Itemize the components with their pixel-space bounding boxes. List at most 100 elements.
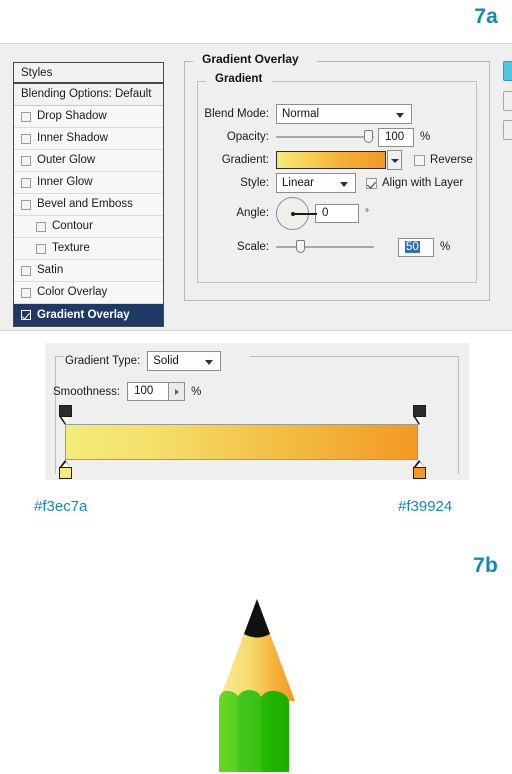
checkbox-icon[interactable]: [21, 111, 31, 122]
stop-swatch: [413, 405, 426, 417]
gradient-editor-dialog: Gradient Type: Solid Smoothness: 100 %: [45, 343, 469, 480]
checkbox-icon[interactable]: [36, 221, 46, 232]
pencil-barrel-right: [261, 690, 289, 772]
scale-input[interactable]: 50: [398, 237, 434, 257]
styles-item-drop-shadow[interactable]: Drop Shadow: [14, 106, 163, 128]
cancel-button[interactable]: [503, 91, 512, 111]
chevron-down-icon: [391, 159, 399, 163]
styles-item-texture[interactable]: Texture: [14, 238, 163, 260]
stop-pointer: [60, 416, 71, 424]
scale-row: Scale: 50 %: [198, 236, 476, 258]
angle-needle: [293, 213, 317, 215]
styles-item-inner-glow[interactable]: Inner Glow: [14, 172, 163, 194]
scale-label: Scale:: [237, 241, 269, 253]
angle-center-dot: [291, 211, 295, 216]
smoothness-unit: %: [191, 385, 202, 398]
checkbox-icon[interactable]: [21, 155, 31, 166]
gradient-label: Gradient:: [221, 154, 269, 166]
angle-dial[interactable]: [276, 196, 317, 230]
color-stop-right[interactable]: [413, 460, 426, 479]
styles-item-contour[interactable]: Contour: [14, 216, 163, 238]
pencil-illustration: [219, 599, 295, 772]
stop-pointer: [414, 416, 425, 424]
gradient-type-select[interactable]: Solid: [147, 351, 222, 371]
smoothness-value: 100: [134, 385, 154, 397]
checkbox-icon[interactable]: [21, 177, 31, 188]
style-value: Linear: [282, 177, 314, 189]
reverse-checkbox[interactable]: [414, 154, 425, 166]
styles-item-outer-glow[interactable]: Outer Glow: [14, 150, 163, 172]
angle-value: 0: [322, 206, 329, 219]
pencil-barrel-edge: [219, 691, 238, 772]
checkbox-icon[interactable]: [21, 265, 31, 276]
styles-item-label: Inner Shadow: [37, 132, 108, 144]
style-label: Style:: [240, 177, 269, 189]
opacity-stop-left[interactable]: [59, 405, 72, 425]
ok-button[interactable]: [503, 61, 512, 81]
figure-label-7a: 7a: [474, 5, 498, 28]
angle-input[interactable]: 0: [315, 203, 359, 223]
new-style-button[interactable]: [503, 120, 512, 140]
stop-swatch: [59, 405, 72, 417]
pencil-barrel-mid: [238, 690, 261, 772]
styles-item-label: Blending Options: Default: [21, 88, 152, 100]
gradient-type-value: Solid: [153, 355, 179, 367]
gradient-picker-button[interactable]: [387, 150, 402, 170]
smoothness-stepper-button[interactable]: [169, 382, 186, 401]
scale-slider[interactable]: [276, 238, 374, 256]
slider-track: [276, 136, 374, 138]
smoothness-input[interactable]: 100: [127, 382, 170, 401]
styles-list-header: Styles: [14, 63, 163, 84]
gradient-preview-swatch[interactable]: [276, 151, 386, 169]
gradient-ramp[interactable]: [65, 424, 418, 460]
blend-mode-select[interactable]: Normal: [276, 104, 412, 124]
smoothness-row: Smoothness: 100 %: [53, 382, 201, 401]
gradient-overlay-title: Gradient Overlay: [198, 52, 303, 66]
gradient-overlay-section: Gradient Overlay Gradient Blend Mode: No…: [184, 52, 490, 301]
styles-item-label: Texture: [52, 242, 90, 254]
styles-item-label: Satin: [37, 264, 64, 276]
opacity-unit: %: [420, 131, 431, 143]
opacity-label: Opacity:: [226, 131, 269, 143]
blend-mode-label: Blend Mode:: [204, 108, 269, 120]
align-with-layer-checkbox[interactable]: [366, 177, 377, 189]
opacity-slider[interactable]: [276, 128, 374, 146]
align-with-layer-label: Align with Layer: [382, 177, 464, 189]
blend-mode-value: Normal: [282, 108, 320, 120]
opacity-row: Opacity: 100 %: [198, 126, 476, 148]
gradient-type-label: Gradient Type:: [65, 355, 141, 367]
styles-item-satin[interactable]: Satin: [14, 260, 163, 282]
figure-page: 7a 7b Styles Blending Options: Default D…: [0, 0, 512, 774]
checkbox-icon[interactable]: [21, 287, 31, 298]
styles-item-inner-shadow[interactable]: Inner Shadow: [14, 128, 163, 150]
checkbox-icon[interactable]: [21, 199, 31, 210]
checkbox-icon[interactable]: [21, 133, 31, 144]
scale-value: 50: [405, 240, 420, 253]
style-row: Style: Linear Align with Layer: [198, 172, 476, 194]
styles-item-label: Bevel and Emboss: [37, 198, 133, 210]
styles-item-color-overlay[interactable]: Color Overlay: [14, 282, 163, 304]
scale-unit: %: [440, 241, 451, 253]
styles-item-gradient-overlay[interactable]: Gradient Overlay: [14, 304, 163, 326]
opacity-input[interactable]: 100: [378, 127, 414, 147]
checkbox-checked-icon[interactable]: [21, 310, 31, 320]
opacity-stop-right[interactable]: [413, 405, 426, 425]
gradient-ramp-area: [53, 405, 435, 479]
chevron-down-icon: [340, 182, 348, 187]
styles-item-label: Drop Shadow: [37, 110, 107, 122]
color-stop-left[interactable]: [59, 460, 72, 479]
styles-item-label: Inner Glow: [37, 176, 93, 188]
slider-thumb[interactable]: [364, 130, 373, 143]
chevron-down-icon: [396, 113, 404, 118]
slider-thumb[interactable]: [296, 240, 305, 253]
hex-label-end: #f39924: [398, 498, 453, 515]
angle-row: Angle: 0 °: [198, 195, 476, 231]
reverse-label: Reverse: [430, 154, 473, 166]
triangle-right-icon: [175, 389, 180, 395]
styles-item-bevel-and-emboss[interactable]: Bevel and Emboss: [14, 194, 163, 216]
checkbox-icon[interactable]: [36, 243, 46, 254]
layer-style-dialog: Styles Blending Options: Default Drop Sh…: [0, 43, 512, 331]
styles-item-blending-options[interactable]: Blending Options: Default: [14, 84, 163, 106]
style-select[interactable]: Linear: [276, 173, 356, 193]
gradient-type-row: Gradient Type: Solid: [65, 351, 222, 371]
